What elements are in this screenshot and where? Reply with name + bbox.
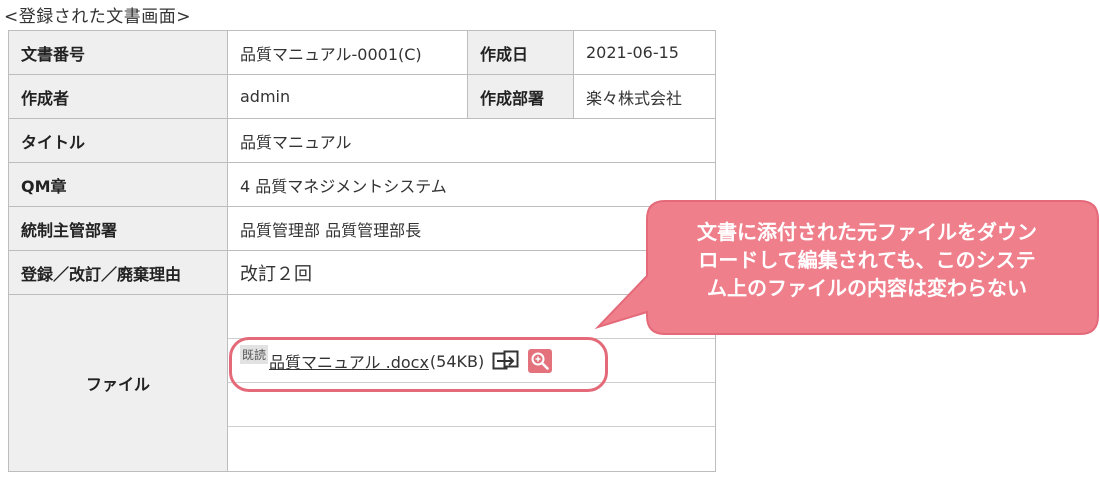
- dept-label: 作成部署: [467, 74, 574, 119]
- file-entry: 既読 品質マニュアル .docx (54KB): [228, 339, 715, 383]
- file-blank-line: [228, 383, 715, 427]
- file-blank-line: [229, 427, 715, 471]
- author-value: admin: [227, 74, 468, 119]
- author-label: 作成者: [8, 74, 228, 119]
- reason-label: 登録／改訂／廃棄理由: [8, 250, 228, 295]
- qm-value: 4 品質マネジメントシステム: [227, 162, 716, 207]
- file-cell: 既読 品質マニュアル .docx (54KB): [227, 294, 716, 472]
- file-size: (54KB): [429, 351, 485, 371]
- control-dept-value: 品質管理部 品質管理部長: [227, 206, 716, 251]
- control-dept-label: 統制主管部署: [8, 206, 228, 251]
- qm-label: QM章: [8, 162, 228, 207]
- file-blank-line: [228, 296, 715, 339]
- doc-number-value: 品質マニュアル-0001(C): [227, 30, 468, 75]
- preview-zoom-icon[interactable]: [528, 349, 553, 373]
- reason-value: 改訂２回: [227, 250, 716, 295]
- title-label: タイトル: [8, 118, 228, 163]
- title-value: 品質マニュアル: [227, 118, 716, 163]
- compare-icon[interactable]: [492, 349, 520, 373]
- file-label: ファイル: [8, 294, 228, 472]
- file-download-link[interactable]: 品質マニュアル .docx: [269, 349, 429, 373]
- screen-caption: <登録された文書画面>: [4, 7, 191, 27]
- doc-number-label: 文書番号: [8, 30, 228, 75]
- read-badge: 既読: [240, 344, 269, 364]
- callout-text: 文書に添付された元ファイルをダウン ロードして編集されても、このシステ ム上のフ…: [652, 218, 1082, 302]
- callout-line: ロードして編集されても、このシステ: [698, 248, 1036, 272]
- callout-line: 文書に添付された元ファイルをダウン: [697, 220, 1037, 244]
- document-detail-table: 文書番号 品質マニュアル-0001(C) 作成日 2021-06-15 作成者 …: [8, 30, 716, 472]
- created-date-label: 作成日: [467, 30, 574, 75]
- callout-line: ム上のファイルの内容は変わらない: [707, 276, 1027, 300]
- created-date-value: 2021-06-15: [573, 30, 716, 75]
- dept-value: 楽々株式会社: [573, 74, 716, 119]
